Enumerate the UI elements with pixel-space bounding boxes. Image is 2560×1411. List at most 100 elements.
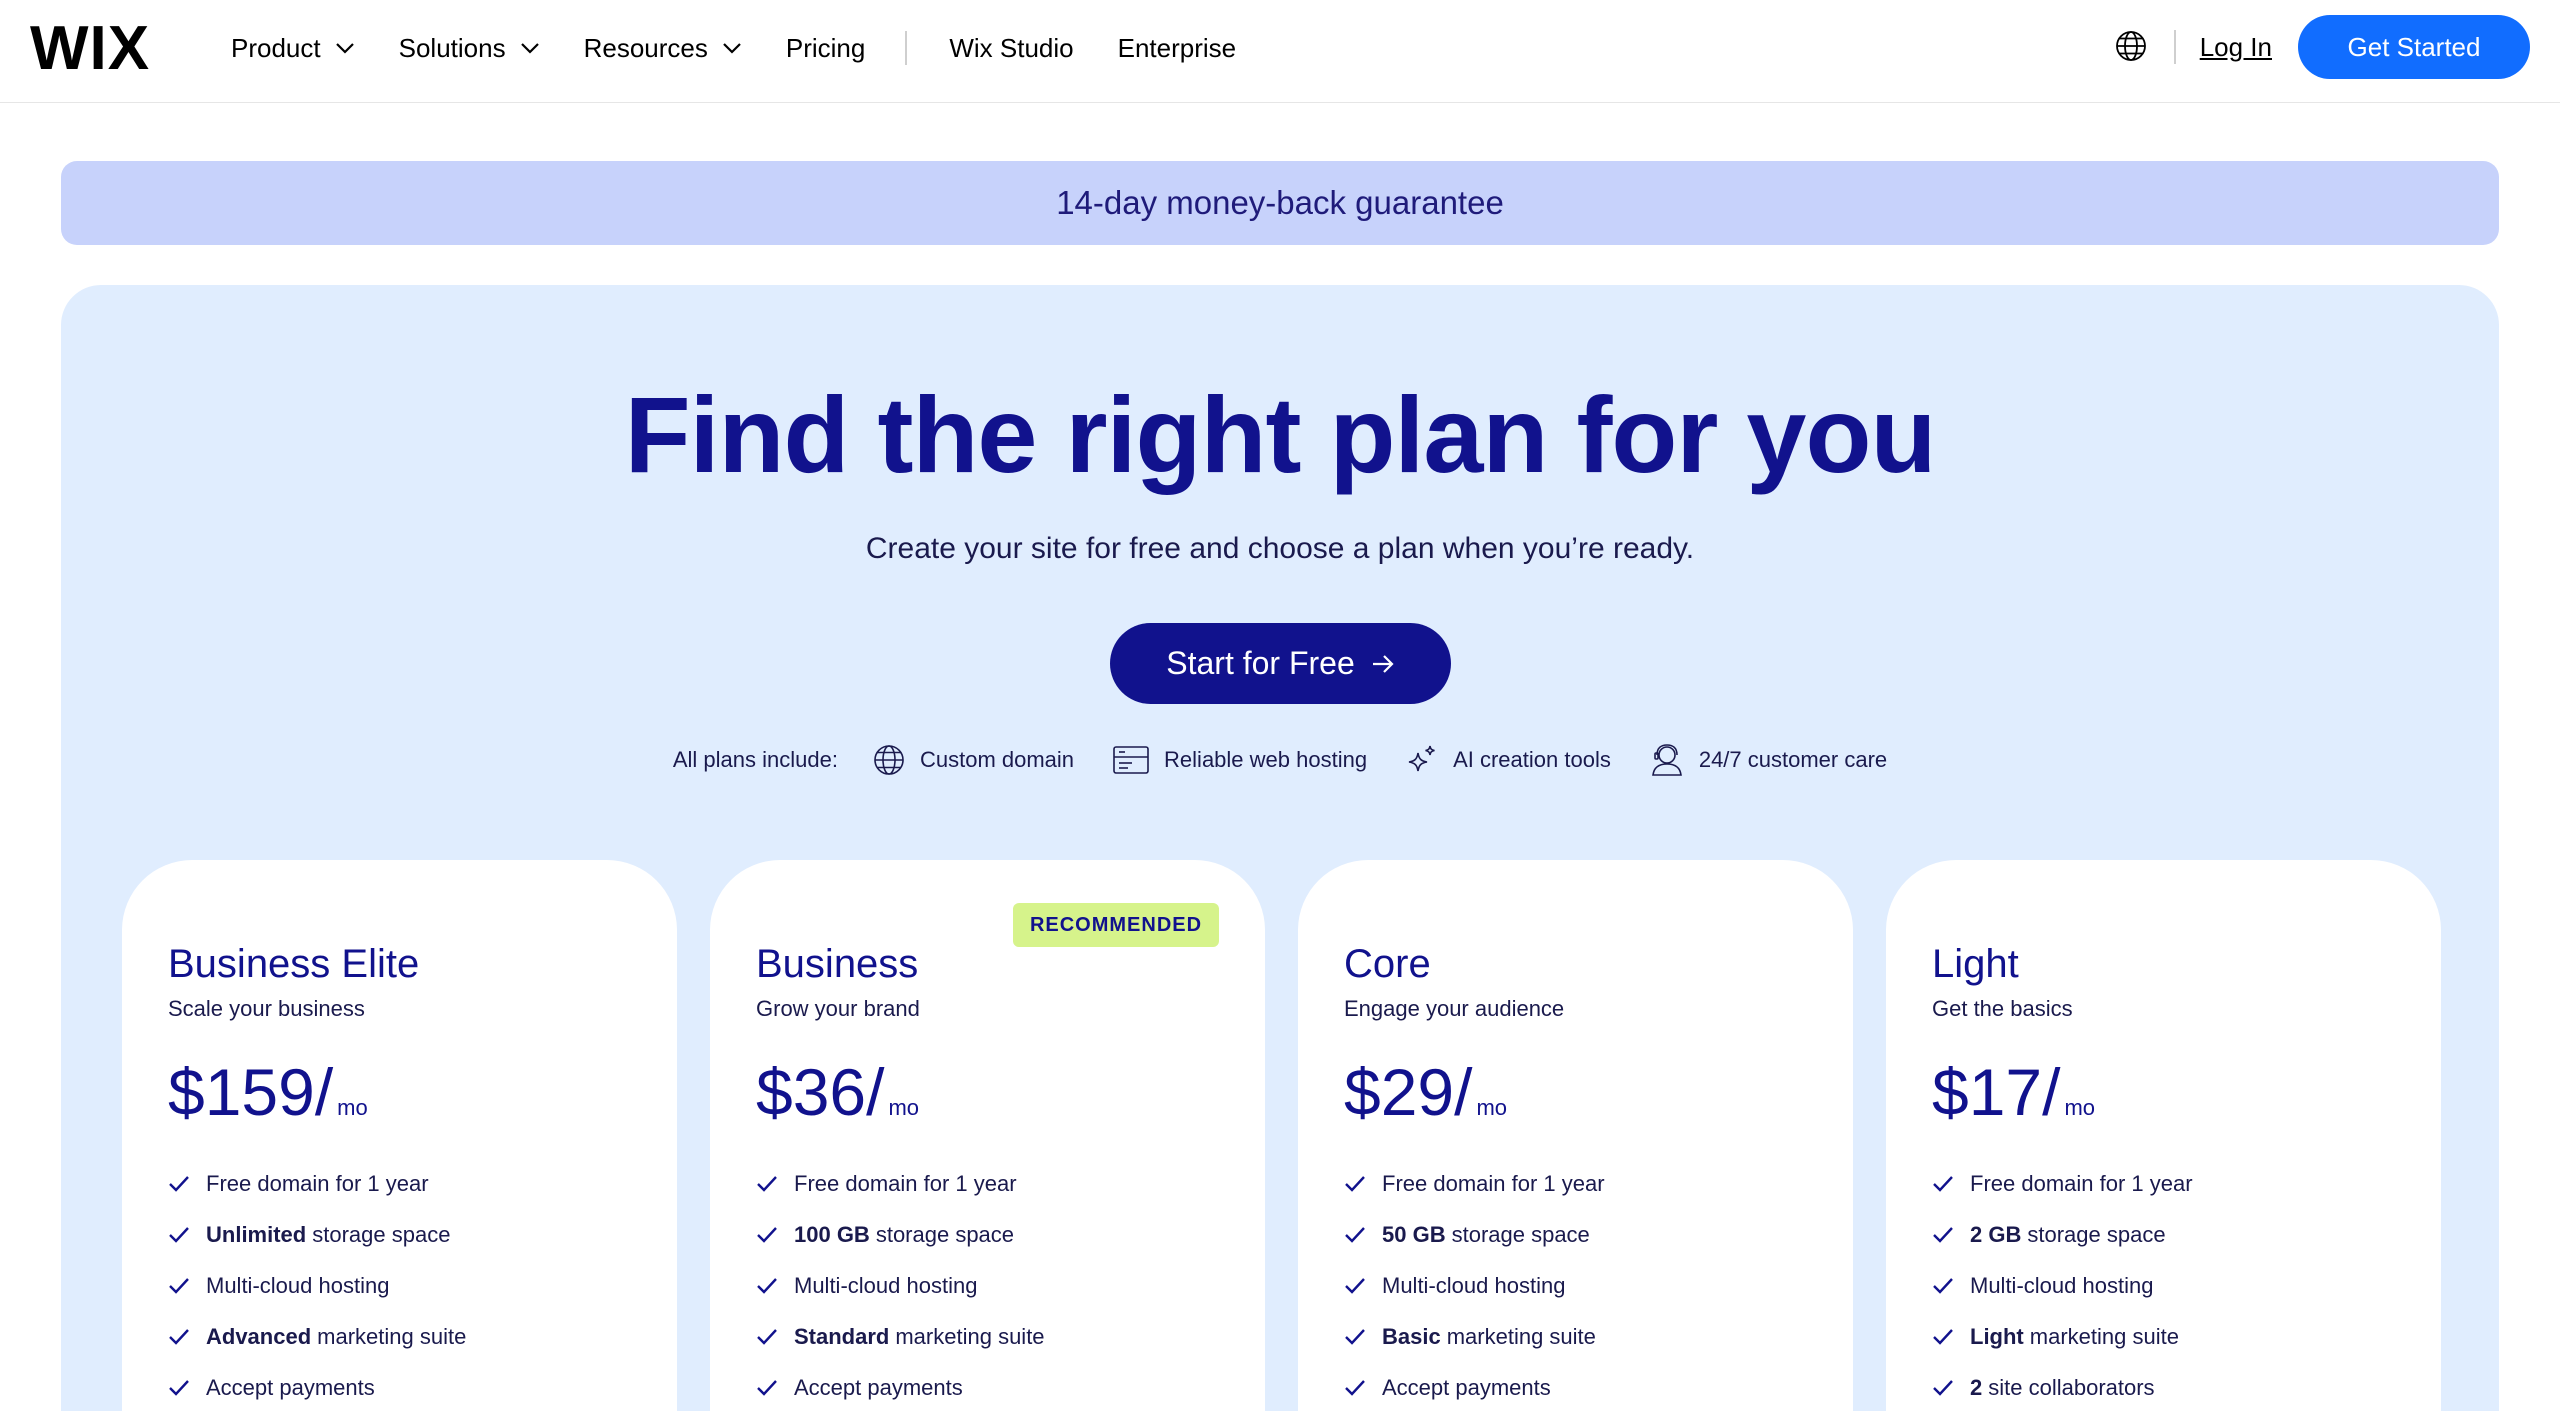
check-icon	[1344, 1226, 1366, 1244]
feature-item: 50 GB storage space	[1344, 1209, 1605, 1260]
language-globe-icon[interactable]	[2114, 29, 2150, 65]
page-subtitle: Create your site for free and choose a p…	[865, 532, 1695, 565]
check-icon	[1932, 1175, 1954, 1193]
feature-text: marketing suite	[317, 1323, 467, 1349]
feature-item: Advanced marketing suite	[168, 1311, 466, 1362]
feature-text: Multi-cloud hosting	[206, 1272, 390, 1298]
feature-text: Accept payments	[794, 1374, 963, 1400]
feature-item: Accept payments	[168, 1362, 466, 1411]
nav-pricing-label: Pricing	[785, 32, 866, 63]
feature-highlight: Unlimited	[206, 1221, 307, 1247]
plan-name: Business	[756, 942, 919, 986]
nav-enterprise[interactable]: Enterprise	[1118, 33, 1237, 64]
check-icon	[1344, 1175, 1366, 1193]
include-label: Custom domain	[919, 747, 1075, 772]
feature-highlight: Standard	[794, 1323, 890, 1349]
feature-text: Free domain for 1 year	[206, 1170, 429, 1196]
feature-text: storage space	[312, 1221, 451, 1247]
start-for-free-button[interactable]: Start for Free	[1110, 623, 1451, 704]
feature-item: Accept payments	[756, 1362, 1045, 1411]
price-amount: $17/	[1932, 1055, 2061, 1129]
site-header: WIX Product Solutions Resources Pricing …	[0, 0, 2560, 103]
check-icon	[756, 1379, 778, 1397]
nav-solutions-label: Solutions	[398, 32, 506, 63]
feature-item: Light marketing suite	[1932, 1311, 2193, 1362]
include-label: AI creation tools	[1453, 747, 1611, 772]
nav-resources[interactable]: Resources	[584, 33, 742, 64]
nav-product-label: Product	[231, 32, 321, 63]
get-started-button[interactable]: Get Started	[2298, 15, 2530, 79]
feature-list: Free domain for 1 year Unlimited storage …	[168, 1158, 466, 1411]
plan-card-business-elite: Business Elite Scale your business $159/…	[122, 860, 677, 1411]
feature-text: storage space	[2027, 1221, 2166, 1247]
nav-product[interactable]: Product	[231, 33, 355, 64]
feature-text: Accept payments	[206, 1374, 375, 1400]
check-icon	[168, 1328, 190, 1346]
hosting-icon	[1112, 744, 1150, 776]
feature-list: Free domain for 1 year 100 GB storage spa…	[756, 1158, 1045, 1411]
check-icon	[1344, 1328, 1366, 1346]
plan-name: Core	[1344, 942, 1431, 986]
price-period: mo	[337, 1095, 368, 1120]
plan-card-business: RECOMMENDED Business Grow your brand $36…	[710, 860, 1265, 1411]
check-icon	[168, 1277, 190, 1295]
check-icon	[1932, 1328, 1954, 1346]
feature-highlight: Light	[1970, 1323, 2024, 1349]
nav-solutions[interactable]: Solutions	[399, 33, 540, 64]
chevron-down-icon	[335, 42, 355, 54]
plan-price: $36/ mo	[756, 1052, 919, 1132]
check-icon	[1932, 1277, 1954, 1295]
feature-highlight: 2	[1970, 1374, 1983, 1400]
all-plans-include: All plans include: Custom domain Reliabl…	[0, 740, 2560, 780]
feature-text: Free domain for 1 year	[794, 1170, 1017, 1196]
feature-item: Multi-cloud hosting	[168, 1260, 466, 1311]
nav-pricing[interactable]: Pricing	[786, 33, 865, 64]
feature-text: Free domain for 1 year	[1970, 1170, 2193, 1196]
plan-price: $17/ mo	[1932, 1052, 2095, 1132]
feature-item: Free domain for 1 year	[1344, 1158, 1605, 1209]
plan-tagline: Grow your brand	[756, 996, 920, 1021]
check-icon	[1344, 1277, 1366, 1295]
include-ai-tools: AI creation tools	[1405, 743, 1611, 777]
check-icon	[168, 1379, 190, 1397]
feature-item: Free domain for 1 year	[756, 1158, 1045, 1209]
header-divider	[2173, 30, 2176, 64]
nav-divider	[905, 31, 908, 65]
check-icon	[756, 1175, 778, 1193]
feature-text: storage space	[1451, 1221, 1590, 1247]
feature-text: storage space	[875, 1221, 1015, 1247]
feature-list: Free domain for 1 year 2 GB storage space…	[1932, 1158, 2193, 1411]
price-period: mo	[888, 1095, 920, 1120]
support-icon	[1649, 743, 1685, 777]
globe-icon	[872, 743, 906, 777]
feature-item: Basic marketing suite	[1344, 1311, 1605, 1362]
plan-name: Business Elite	[168, 942, 420, 986]
main-nav: Product Solutions Resources Pricing Wix …	[231, 0, 1280, 96]
plan-card-light: Light Get the basics $17/ mo Free domain…	[1886, 860, 2441, 1411]
feature-item: Multi-cloud hosting	[1932, 1260, 2193, 1311]
arrow-right-icon	[1371, 654, 1395, 674]
nav-wix-studio-label: Wix Studio	[949, 32, 1074, 63]
banner-text: 14-day money-back guarantee	[1056, 184, 1504, 221]
feature-highlight: 100 GB	[794, 1221, 870, 1247]
chevron-down-icon	[722, 42, 742, 54]
feature-text: Multi-cloud hosting	[1970, 1272, 2154, 1298]
feature-item: Accept payments	[1344, 1362, 1605, 1411]
include-customer-care: 24/7 customer care	[1649, 743, 1887, 777]
login-link[interactable]: Log In	[2200, 32, 2272, 63]
plan-price: $159/ mo	[168, 1052, 368, 1132]
wix-logo[interactable]: WIX	[30, 14, 150, 84]
feature-text: marketing suite	[2029, 1323, 2179, 1349]
check-icon	[756, 1328, 778, 1346]
include-web-hosting: Reliable web hosting	[1112, 744, 1367, 776]
nav-wix-studio[interactable]: Wix Studio	[949, 33, 1073, 64]
feature-highlight: Advanced	[206, 1323, 312, 1349]
feature-item: 2 GB storage space	[1932, 1209, 2193, 1260]
feature-text: site collaborators	[1988, 1374, 2155, 1400]
chevron-down-icon	[520, 42, 540, 54]
feature-item: Multi-cloud hosting	[1344, 1260, 1605, 1311]
feature-text: marketing suite	[895, 1323, 1045, 1349]
feature-highlight: 50 GB	[1382, 1221, 1446, 1247]
feature-highlight: 2 GB	[1970, 1221, 2022, 1247]
feature-item: Multi-cloud hosting	[756, 1260, 1045, 1311]
